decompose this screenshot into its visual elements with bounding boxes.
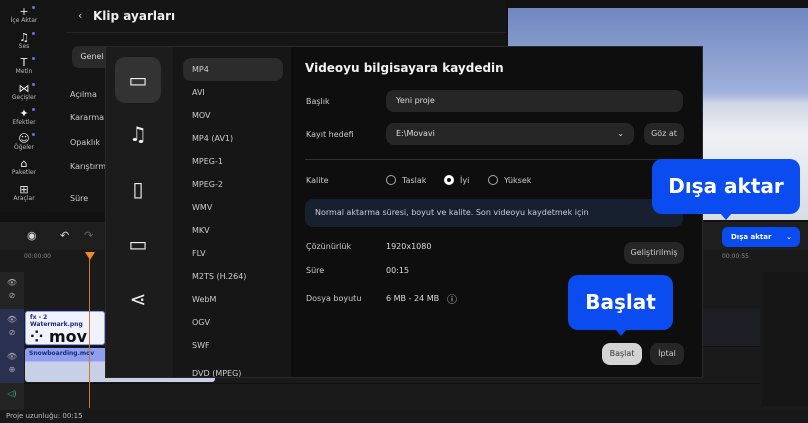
format-item[interactable]: FLV bbox=[183, 242, 283, 265]
audio-meter bbox=[762, 272, 808, 406]
share-icon[interactable]: ⋖ bbox=[115, 276, 161, 322]
resolution-label: Çözünürlük bbox=[306, 242, 352, 251]
export-button[interactable]: Dışa aktar ⌄ bbox=[722, 227, 800, 247]
time-start: 00:00:00 bbox=[24, 253, 51, 260]
video-icon[interactable]: ▭ bbox=[115, 57, 161, 103]
radio-label: Taslak bbox=[402, 176, 427, 185]
plus-icon: + bbox=[19, 5, 29, 18]
browse-button[interactable]: Göz at bbox=[644, 123, 684, 145]
quality-draft-radio[interactable]: Taslak bbox=[386, 175, 426, 185]
fx-badge: fx - 2 bbox=[30, 314, 48, 321]
format-item[interactable]: AVI bbox=[183, 81, 283, 104]
music-icon[interactable]: ♫ bbox=[115, 111, 161, 157]
quality-good-radio[interactable]: İyi bbox=[444, 175, 469, 185]
radio-label: Yüksek bbox=[504, 176, 532, 185]
package-icon: ⌂ bbox=[20, 157, 28, 170]
setting-label: Kararma bbox=[70, 113, 105, 122]
music-icon: ♫ bbox=[19, 31, 29, 44]
format-item[interactable]: M2TS (H.264) bbox=[183, 265, 283, 288]
tool-label: Ses bbox=[18, 43, 30, 50]
time-end: 00:00:55 bbox=[722, 253, 749, 260]
text-icon: T bbox=[20, 56, 28, 69]
tool-tools[interactable]: ⊞ Araçlar bbox=[0, 184, 48, 202]
start-callout: Başlat bbox=[568, 275, 673, 336]
dialog-heading: Videoyu bilgisayara kaydedin bbox=[305, 61, 504, 75]
destination-value: E:\Movavi bbox=[396, 129, 435, 138]
panel-title: Klip ayarları bbox=[93, 9, 176, 23]
file-size-value: 6 MB - 24 MB bbox=[386, 294, 440, 303]
format-item[interactable]: MP4 bbox=[183, 58, 283, 81]
setting-label: Açılma bbox=[70, 90, 97, 99]
destination-label: Kayıt hedefi bbox=[306, 130, 354, 139]
clip-name: Snowboarding.mov bbox=[29, 350, 95, 357]
format-item[interactable]: MOV bbox=[183, 104, 283, 127]
undo-icon[interactable]: ↶ bbox=[60, 229, 69, 242]
record-icon[interactable]: ◉ bbox=[27, 229, 37, 242]
transition-icon: ⋈ bbox=[18, 82, 30, 95]
monitor-icon[interactable]: ▭ bbox=[115, 221, 161, 267]
tool-label: İçe Aktar bbox=[10, 17, 38, 24]
help-icon[interactable]: ⓘ bbox=[447, 291, 457, 306]
setting-label: Opaklık bbox=[70, 138, 100, 147]
sparkle-icon: ✦ bbox=[19, 107, 29, 120]
tool-transitions[interactable]: ⋈ Geçişler bbox=[0, 83, 48, 101]
quality-high-radio[interactable]: Yüksek bbox=[488, 175, 531, 185]
format-item[interactable]: MKV bbox=[183, 219, 283, 242]
format-item[interactable]: WMV bbox=[183, 196, 283, 219]
phone-icon[interactable]: ▯ bbox=[115, 166, 161, 212]
format-item[interactable]: DVD (MPEG) bbox=[183, 362, 283, 377]
redo-icon[interactable]: ↷ bbox=[84, 229, 93, 242]
chevron-down-icon: ⌄ bbox=[617, 129, 624, 138]
tool-packages[interactable]: ⌂ Paketler bbox=[0, 158, 48, 176]
tool-text[interactable]: T Metin bbox=[0, 57, 48, 75]
quality-label: Kalite bbox=[306, 176, 329, 185]
destination-select[interactable]: E:\Movavi ⌄ bbox=[386, 123, 634, 145]
status-bar: Proje uzunluğu: 00:15 bbox=[0, 410, 808, 423]
file-size-label: Dosya boyutu bbox=[306, 294, 362, 303]
tool-label: Geçişler bbox=[11, 94, 37, 101]
format-item[interactable]: OGV bbox=[183, 311, 283, 334]
setting-label: Karıştırm bbox=[70, 162, 106, 171]
format-item[interactable]: MP4 (AV1) bbox=[183, 127, 283, 150]
category-list: ▭ ♫ ▯ ▭ ⋖ bbox=[106, 47, 173, 377]
smiley-icon: ☺ bbox=[18, 132, 30, 145]
format-item[interactable]: WebM bbox=[183, 288, 283, 311]
tools-icon: ⊞ bbox=[19, 183, 29, 196]
export-callout: Dışa aktar bbox=[652, 159, 800, 220]
cancel-button[interactable]: İptal bbox=[650, 343, 684, 365]
duration-value: 00:15 bbox=[386, 266, 410, 275]
playhead[interactable] bbox=[85, 252, 95, 260]
title-input[interactable]: Yeni proje bbox=[386, 90, 683, 112]
start-button[interactable]: Başlat bbox=[602, 343, 642, 365]
tool-label: Metin bbox=[15, 68, 33, 75]
tool-effects[interactable]: ✦ Efektler bbox=[0, 108, 48, 126]
setting-label: Süre bbox=[70, 194, 89, 203]
tool-elements[interactable]: ☺ Öğeler bbox=[0, 133, 48, 151]
export-label: Dışa aktar bbox=[731, 233, 772, 241]
tool-label: Araçlar bbox=[13, 195, 35, 202]
tool-label: Öğeler bbox=[13, 144, 35, 151]
tool-label: Paketler bbox=[11, 169, 37, 176]
resolution-value: 1920x1080 bbox=[386, 242, 432, 251]
advanced-button[interactable]: Geliştirilmiş bbox=[624, 242, 684, 264]
format-list: MP4 AVI MOV MP4 (AV1) MPEG-1 MPEG-2 WMV … bbox=[173, 47, 291, 377]
left-toolbar: + İçe Aktar ♫ Ses T Metin ⋈ Geçişler ✦ Efektl… bbox=[0, 0, 48, 212]
chevron-down-icon[interactable]: ⌄ bbox=[786, 227, 792, 247]
format-item[interactable]: MPEG-2 bbox=[183, 173, 283, 196]
tool-import[interactable]: + İçe Aktar bbox=[0, 6, 48, 24]
radio-label: İyi bbox=[460, 176, 470, 185]
timeline-clip[interactable]: fx - 2 Watermark.png ⁘ mov bbox=[25, 311, 105, 345]
format-item[interactable]: SWF bbox=[183, 334, 283, 357]
tool-audio[interactable]: ♫ Ses bbox=[0, 32, 48, 50]
duration-label: Süre bbox=[306, 266, 325, 275]
back-icon[interactable]: ‹ bbox=[78, 9, 82, 22]
quality-info: Normal aktarma süresi, boyut ve kalite. … bbox=[305, 199, 683, 227]
format-item[interactable]: MPEG-1 bbox=[183, 150, 283, 173]
title-label: Başlık bbox=[306, 97, 330, 106]
tool-label: Efektler bbox=[12, 119, 36, 126]
